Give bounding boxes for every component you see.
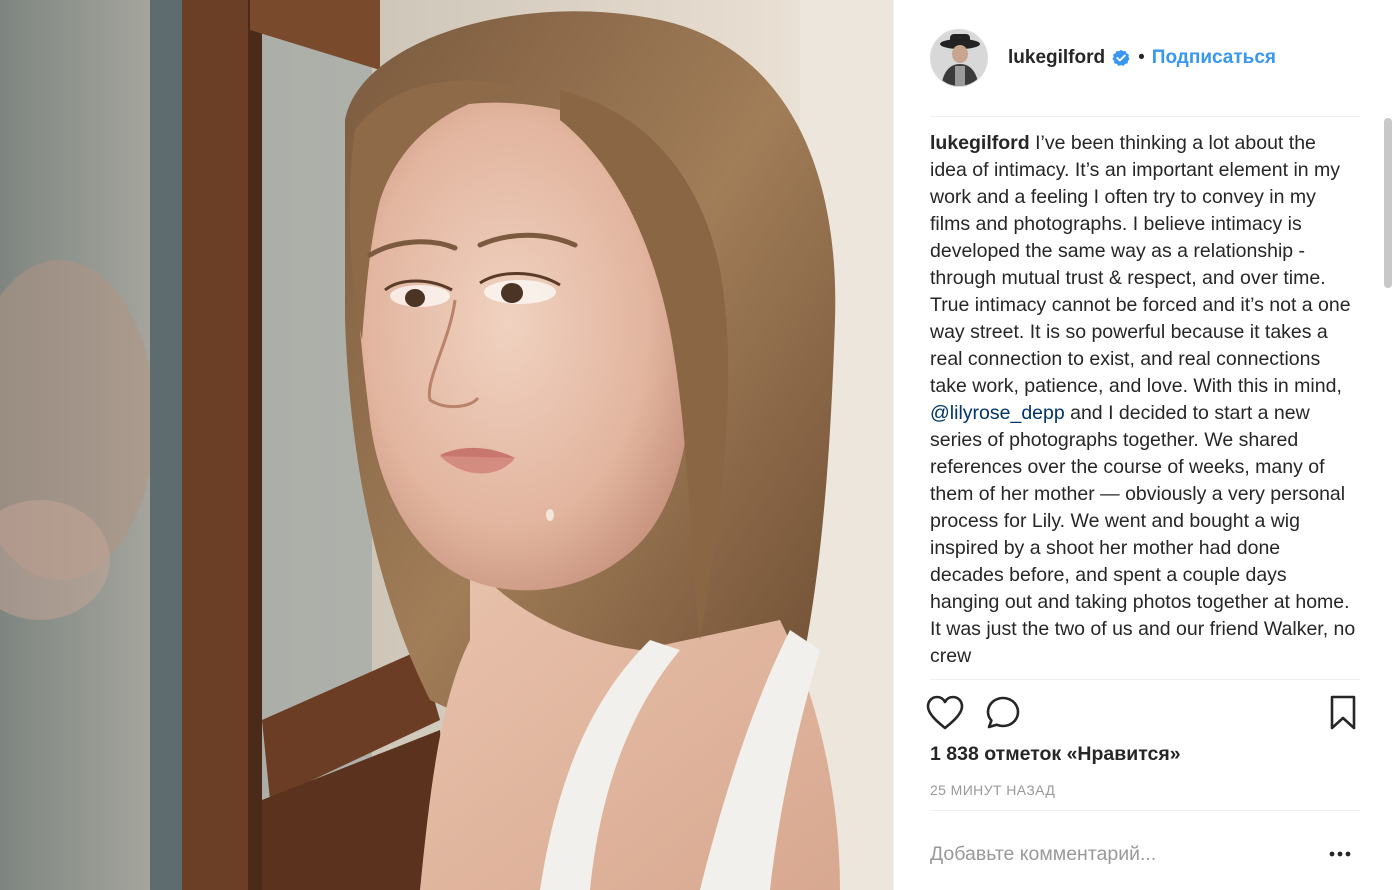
post-side-panel: lukegilford • Подписаться lukegilford I’… — [893, 0, 1397, 890]
caption-text-part-2: and I decided to start a new series of p… — [930, 402, 1356, 667]
post-caption: lukegilford I’ve been thinking a lot abo… — [930, 130, 1358, 678]
caption-username[interactable]: lukegilford — [930, 132, 1030, 154]
post-timestamp[interactable]: 25 МИНУТ НАЗАД — [930, 782, 1055, 798]
caption-scrollbar[interactable] — [1384, 118, 1392, 288]
post-photo[interactable] — [0, 0, 893, 890]
avatar-image — [931, 30, 987, 86]
post-header: lukegilford • Подписаться — [930, 27, 1360, 89]
header-separator: • — [1138, 47, 1145, 68]
author-avatar[interactable] — [930, 29, 988, 87]
caption-mention-link[interactable]: @lilyrose_depp — [930, 402, 1065, 424]
bookmark-icon[interactable] — [1324, 694, 1362, 732]
heart-icon[interactable] — [925, 694, 964, 732]
follow-button[interactable]: Подписаться — [1152, 47, 1276, 69]
author-username[interactable]: lukegilford — [1008, 47, 1105, 69]
header-divider — [930, 116, 1360, 117]
comment-bubble-icon[interactable] — [984, 694, 1022, 732]
portrait-photo-illustration — [0, 0, 893, 890]
caption-text-part-1: I’ve been thinking a lot about the idea … — [930, 132, 1351, 397]
instagram-post: lukegilford • Подписаться lukegilford I’… — [0, 0, 1397, 890]
comment-box — [930, 838, 1362, 870]
caption-divider — [930, 679, 1360, 680]
comment-divider — [930, 810, 1360, 811]
likes-count[interactable]: 1 838 отметок «Нравится» — [930, 743, 1181, 766]
post-actions — [926, 692, 1362, 734]
more-options-icon[interactable] — [1328, 844, 1352, 864]
verified-badge-icon — [1112, 49, 1130, 67]
comment-input[interactable] — [930, 842, 1320, 866]
